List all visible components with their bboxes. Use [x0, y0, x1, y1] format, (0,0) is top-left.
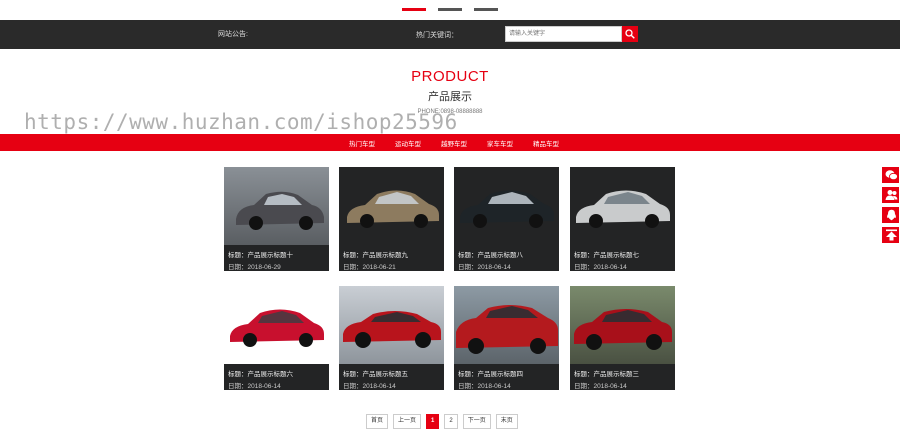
heading-en: PRODUCT: [411, 68, 489, 85]
contact-button[interactable]: [881, 186, 900, 204]
product-card[interactable]: 标题：产品展示标题七 日期：2018-06-14: [570, 167, 675, 271]
car-icon: [456, 305, 558, 354]
car-icon: [576, 190, 670, 228]
product-image[interactable]: [570, 167, 675, 245]
product-card[interactable]: 标题：产品展示标题八 日期：2018-06-14: [454, 167, 559, 271]
info-bar: 网站公告: 热门关键词：: [0, 20, 900, 49]
section-heading: PRODUCT 产品展示 PHONE:0898-08888888: [0, 68, 900, 115]
product-title[interactable]: 标题：产品展示标题十: [228, 249, 293, 259]
pager-prev[interactable]: 上一页: [393, 414, 422, 429]
product-card[interactable]: 标题：产品展示标题五 日期：2018-06-14: [339, 286, 444, 390]
product-card[interactable]: 标题：产品展示标题九 日期：2018-06-21: [339, 167, 444, 271]
pagination: 首页 上一页 1 2 下一页 末页: [366, 414, 518, 429]
wechat-button[interactable]: [881, 166, 900, 184]
category-tab-1[interactable]: 热门车型: [346, 138, 378, 148]
car-icon: [574, 309, 672, 350]
car-icon: [460, 190, 554, 228]
product-title[interactable]: 标题：产品展示标题六: [228, 368, 293, 378]
slider-dot-1[interactable]: [402, 8, 426, 11]
product-date: 日期：2018-06-21: [343, 264, 396, 271]
pager-first[interactable]: 首页: [366, 414, 389, 429]
product-date: 日期：2018-06-14: [574, 264, 627, 271]
product-card[interactable]: 标题：产品展示标题六 日期：2018-06-14: [224, 286, 329, 390]
product-date: 日期：2018-06-14: [458, 383, 511, 390]
car-icon: [343, 311, 441, 348]
wechat-icon: [885, 170, 898, 181]
category-tab-2[interactable]: 运动车型: [392, 138, 424, 148]
product-card[interactable]: 标题：产品展示标题十 日期：2018-06-29: [224, 167, 329, 271]
pager-page-2[interactable]: 2: [444, 414, 458, 429]
hot-keywords-label: 热门关键词：: [416, 32, 458, 39]
product-image[interactable]: [339, 167, 444, 245]
pager-next[interactable]: 下一页: [462, 414, 491, 429]
pager-page-1[interactable]: 1: [426, 414, 440, 429]
search-input[interactable]: [505, 26, 622, 42]
product-title[interactable]: 标题：产品展示标题四: [458, 368, 523, 378]
category-tab-5[interactable]: 精品车型: [530, 138, 562, 148]
car-icon: [236, 191, 324, 230]
qq-icon: [887, 209, 896, 221]
slider-dot-3[interactable]: [474, 8, 498, 11]
product-title[interactable]: 标题：产品展示标题三: [574, 368, 639, 378]
product-image[interactable]: [570, 286, 675, 364]
slider-dot-2[interactable]: [438, 8, 462, 11]
product-date: 日期：2018-06-14: [458, 264, 511, 271]
product-date: 日期：2018-06-14: [228, 383, 281, 390]
product-title[interactable]: 标题：产品展示标题五: [343, 368, 408, 378]
back-to-top-icon: [886, 229, 897, 241]
product-date: 日期：2018-06-14: [574, 383, 627, 390]
search-button[interactable]: [622, 26, 638, 42]
product-image[interactable]: [339, 286, 444, 364]
product-title[interactable]: 标题：产品展示标题七: [574, 249, 639, 259]
product-date: 日期：2018-06-14: [343, 383, 396, 390]
category-nav: 热门车型 运动车型 越野车型 家车车型 精品车型: [0, 134, 900, 151]
heading-cn: 产品展示: [428, 91, 472, 103]
product-card[interactable]: 标题：产品展示标题四 日期：2018-06-14: [454, 286, 559, 390]
notice-label: 网站公告:: [218, 31, 248, 38]
users-icon: [885, 190, 898, 200]
product-image[interactable]: [224, 286, 329, 364]
product-image[interactable]: [224, 167, 329, 245]
slider-indicator: [0, 8, 900, 12]
product-title[interactable]: 标题：产品展示标题九: [343, 249, 408, 259]
heading-phone: PHONE:0898-08888888: [417, 109, 483, 115]
product-title[interactable]: 标题：产品展示标题八: [458, 249, 523, 259]
category-tab-4[interactable]: 家车车型: [484, 138, 516, 148]
car-icon: [230, 309, 324, 347]
product-card[interactable]: 标题：产品展示标题三 日期：2018-06-14: [570, 286, 675, 390]
product-image[interactable]: [454, 167, 559, 245]
product-image[interactable]: [454, 286, 559, 364]
pager-last[interactable]: 末页: [495, 414, 518, 429]
qq-button[interactable]: [881, 206, 900, 224]
product-date: 日期：2018-06-29: [228, 264, 281, 271]
search-icon: [625, 29, 635, 39]
category-tab-3[interactable]: 越野车型: [438, 138, 470, 148]
back-to-top-button[interactable]: [881, 226, 900, 244]
car-icon: [347, 190, 439, 228]
